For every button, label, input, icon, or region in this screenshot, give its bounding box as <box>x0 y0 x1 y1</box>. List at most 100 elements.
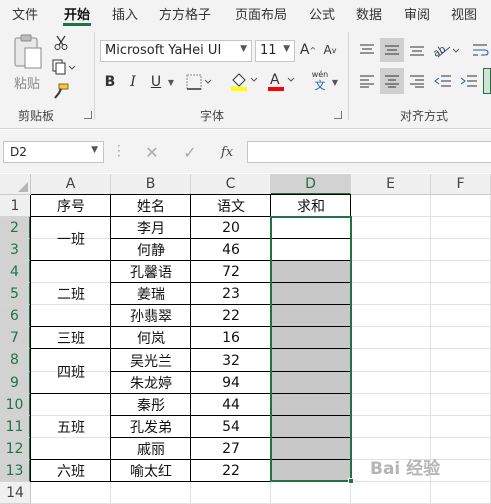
score-cell[interactable]: 44 <box>191 394 271 416</box>
italic-button[interactable]: I <box>124 72 142 92</box>
format-painter-icon[interactable] <box>52 82 70 100</box>
row-header-9[interactable]: 9 <box>0 371 31 394</box>
column-header-a[interactable]: A <box>31 174 111 195</box>
score-cell[interactable]: 94 <box>191 372 271 394</box>
name-cell[interactable]: 吴光兰 <box>111 349 191 371</box>
name-cell[interactable]: 何岚 <box>111 327 191 349</box>
row-header-2[interactable]: 2 <box>0 217 31 240</box>
tab-view[interactable]: 视图 <box>451 4 477 23</box>
score-cell[interactable]: 32 <box>191 349 271 371</box>
cut-icon[interactable] <box>52 34 70 52</box>
row-header-3[interactable]: 3 <box>0 239 31 262</box>
cancel-icon[interactable]: ✕ <box>142 142 162 162</box>
chevron-down-icon[interactable]: ▼ <box>330 75 340 89</box>
group-cell[interactable]: 六班 <box>31 460 111 482</box>
font-name-select[interactable]: Microsoft YaHei UI ▼ <box>100 40 252 62</box>
column-header-b[interactable]: B <box>111 174 191 195</box>
phonetic-guide-button[interactable]: wén 文 <box>308 70 332 94</box>
name-cell[interactable]: 戚丽 <box>111 438 191 460</box>
name-cell[interactable]: 何静 <box>111 239 191 261</box>
name-cell[interactable]: 喻太红 <box>111 460 191 482</box>
name-cell[interactable]: 姜瑞 <box>111 283 191 305</box>
name-cell[interactable]: 秦彤 <box>111 394 191 416</box>
align-bottom-button[interactable] <box>406 40 428 60</box>
font-color-button[interactable]: A <box>265 70 299 92</box>
paste-button[interactable]: 粘贴 <box>8 32 48 94</box>
name-cell[interactable]: 李月 <box>111 217 191 239</box>
row-header-6[interactable]: 6 <box>0 305 31 328</box>
name-cell[interactable]: 孙翡翠 <box>111 305 191 327</box>
tab-data[interactable]: 数据 <box>356 4 382 23</box>
header-cell-c[interactable]: 语文 <box>191 195 271 217</box>
chevron-down-icon[interactable]: ▼ <box>166 75 176 89</box>
underline-button[interactable]: U <box>147 72 165 92</box>
row-header-7[interactable]: 7 <box>0 327 31 350</box>
row-header-8[interactable]: 8 <box>0 349 31 372</box>
formula-input[interactable] <box>247 141 491 163</box>
enter-icon[interactable]: ✓ <box>180 142 200 162</box>
row-header-11[interactable]: 11 <box>0 415 31 438</box>
column-header-e[interactable]: E <box>351 174 431 195</box>
grow-font-button[interactable]: A ^ <box>298 40 318 60</box>
score-cell[interactable]: 22 <box>191 305 271 327</box>
align-center-button[interactable] <box>380 68 404 94</box>
copy-icon[interactable] <box>50 58 78 76</box>
score-cell[interactable]: 20 <box>191 217 271 239</box>
formula-bar-grip-icon[interactable]: · · · <box>117 140 121 162</box>
tab-review[interactable]: 审阅 <box>404 4 430 23</box>
align-middle-button[interactable] <box>380 38 404 62</box>
tab-insert[interactable]: 插入 <box>112 4 138 23</box>
score-cell[interactable]: 54 <box>191 416 271 438</box>
header-cell-d[interactable]: 求和 <box>271 195 351 217</box>
tab-fangfang[interactable]: 方方格子 <box>159 4 211 23</box>
tab-home[interactable]: 开始 <box>64 4 90 23</box>
select-all-button[interactable] <box>0 174 31 195</box>
tab-page-layout[interactable]: 页面布局 <box>235 4 287 23</box>
column-header-f[interactable]: F <box>431 174 491 195</box>
group-cell[interactable]: 五班 <box>31 394 111 460</box>
align-top-button[interactable] <box>356 40 378 60</box>
increase-indent-button[interactable] <box>458 70 480 92</box>
name-box[interactable]: D2 ▼ <box>3 141 104 163</box>
column-header-d[interactable]: D <box>271 174 351 195</box>
header-cell-a[interactable]: 序号 <box>31 195 111 217</box>
header-cell-b[interactable]: 姓名 <box>111 195 191 217</box>
group-cell[interactable]: 四班 <box>31 349 111 393</box>
wrap-text-button[interactable] <box>470 38 491 62</box>
score-cell[interactable]: 27 <box>191 438 271 460</box>
name-cell[interactable]: 孔发弟 <box>111 416 191 438</box>
decrease-indent-button[interactable] <box>432 70 454 92</box>
row-header-10[interactable]: 10 <box>0 393 31 416</box>
group-cell[interactable]: 一班 <box>31 217 111 261</box>
name-cell[interactable]: 孔馨语 <box>111 261 191 283</box>
name-cell[interactable]: 朱龙婷 <box>111 372 191 394</box>
clipboard-launcher-icon[interactable] <box>84 111 92 119</box>
bold-button[interactable]: B <box>101 72 119 92</box>
score-cell[interactable]: 72 <box>191 261 271 283</box>
borders-button[interactable] <box>185 72 213 92</box>
score-cell[interactable]: 46 <box>191 239 271 261</box>
tab-formulas[interactable]: 公式 <box>309 4 335 23</box>
fill-handle[interactable] <box>348 477 354 484</box>
score-cell[interactable]: 22 <box>191 460 271 482</box>
row-header-13[interactable]: 13 <box>0 459 31 482</box>
insert-function-button[interactable]: fx <box>216 141 238 163</box>
row-header-1[interactable]: 1 <box>0 195 31 218</box>
group-cell[interactable]: 三班 <box>31 327 111 349</box>
align-left-button[interactable] <box>356 70 378 92</box>
shrink-font-button[interactable]: Av <box>320 40 340 60</box>
column-header-c[interactable]: C <box>191 174 271 195</box>
fill-color-button[interactable] <box>228 70 262 92</box>
group-cell[interactable]: 二班 <box>31 261 111 327</box>
score-cell[interactable]: 16 <box>191 327 271 349</box>
row-header-14[interactable]: 14 <box>0 481 31 504</box>
font-size-select[interactable]: 11 ▼ <box>255 40 295 62</box>
row-header-5[interactable]: 5 <box>0 283 31 306</box>
row-header-4[interactable]: 4 <box>0 261 31 284</box>
font-launcher-icon[interactable] <box>334 111 342 119</box>
merge-center-button[interactable] <box>483 68 491 94</box>
row-header-12[interactable]: 12 <box>0 437 31 460</box>
align-right-button[interactable] <box>406 70 428 92</box>
tab-file[interactable]: 文件 <box>12 4 38 23</box>
score-cell[interactable]: 23 <box>191 283 271 305</box>
